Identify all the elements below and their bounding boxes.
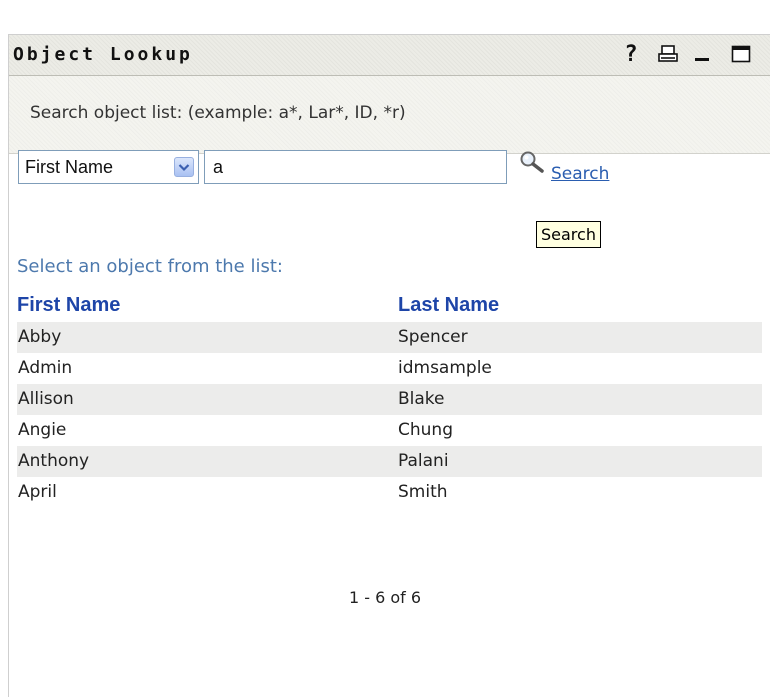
print-icon[interactable] <box>656 41 680 67</box>
table-row[interactable]: Allison Blake <box>17 384 762 415</box>
cell-first-name[interactable]: Anthony <box>18 451 89 471</box>
cell-first-name[interactable]: Angie <box>18 420 66 440</box>
help-icon[interactable]: ? <box>620 41 642 67</box>
search-field-selected-value: First Name <box>25 157 114 177</box>
table-row[interactable]: Angie Chung <box>17 415 762 446</box>
search-tooltip: Search <box>536 221 601 248</box>
cell-last-name[interactable]: Spencer <box>398 327 468 347</box>
object-list: Abby Spencer Admin idmsample Allison Bla… <box>17 322 762 508</box>
table-row[interactable]: Admin idmsample <box>17 353 762 384</box>
search-hint-text: Search object list: (example: a*, Lar*, … <box>30 103 406 123</box>
cell-last-name[interactable]: Blake <box>398 389 445 409</box>
search-hint-bar: Search object list: (example: a*, Lar*, … <box>9 76 770 154</box>
column-header-first-name[interactable]: First Name <box>17 294 120 317</box>
search-input[interactable] <box>204 150 507 184</box>
table-row[interactable]: April Smith <box>17 477 762 508</box>
chevron-down-icon[interactable] <box>174 157 194 177</box>
table-row[interactable]: Abby Spencer <box>17 322 762 353</box>
column-header-last-name[interactable]: Last Name <box>398 294 499 317</box>
cell-last-name[interactable]: Chung <box>398 420 453 440</box>
cell-last-name[interactable]: Palani <box>398 451 449 471</box>
search-link[interactable]: Search <box>551 164 609 184</box>
cell-last-name[interactable]: idmsample <box>398 358 492 378</box>
magnifier-icon[interactable] <box>518 150 548 178</box>
list-caption: Select an object from the list: <box>17 256 283 277</box>
pagination-status: 1 - 6 of 6 <box>348 588 422 607</box>
table-row[interactable]: Anthony Palani <box>17 446 762 477</box>
cell-last-name[interactable]: Smith <box>398 482 448 502</box>
window-titlebar: Object Lookup ? <box>9 35 770 76</box>
cell-first-name[interactable]: Allison <box>18 389 74 409</box>
window-title: Object Lookup <box>13 44 193 65</box>
maximize-icon[interactable] <box>729 41 753 67</box>
cell-first-name[interactable]: Abby <box>18 327 61 347</box>
minimize-icon[interactable] <box>691 41 713 67</box>
search-field-select[interactable]: First Name <box>18 150 199 184</box>
cell-first-name[interactable]: April <box>18 482 57 502</box>
cell-first-name[interactable]: Admin <box>18 358 72 378</box>
